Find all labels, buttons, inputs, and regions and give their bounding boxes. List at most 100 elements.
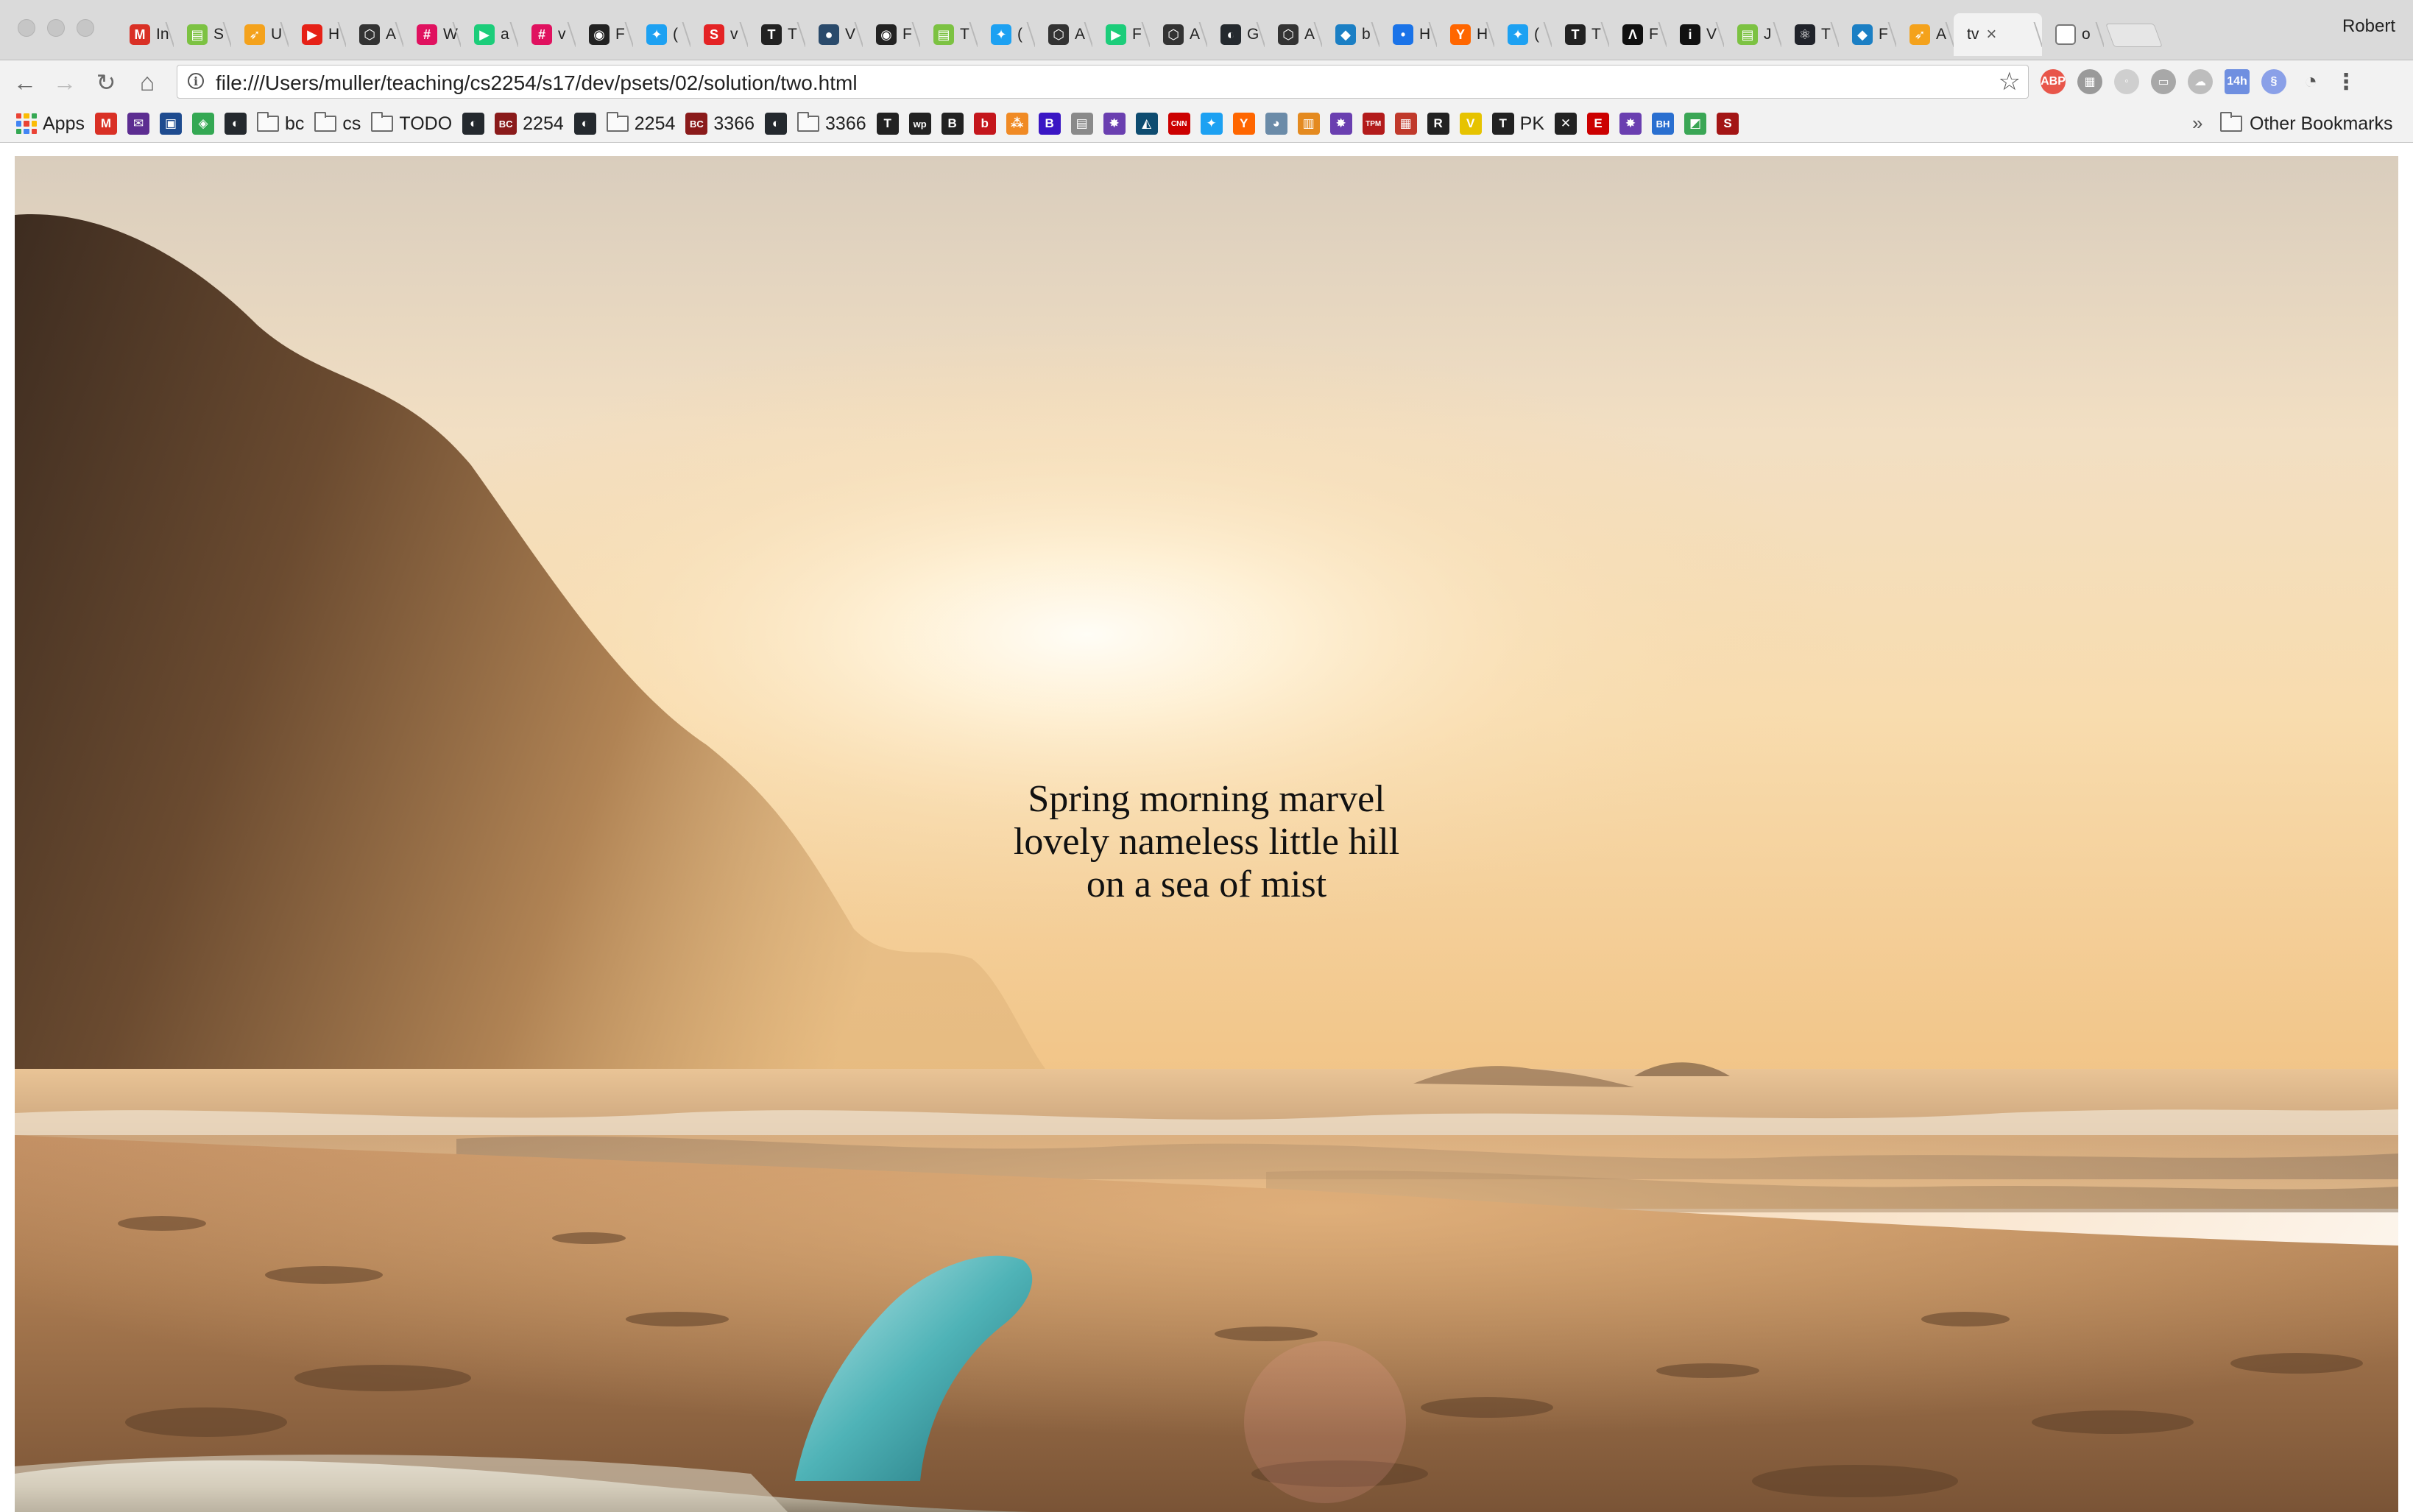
bookmark-link[interactable]: BC 2254 [495,113,564,135]
browser-tab[interactable]: ➶ A [1896,13,1954,56]
bookmark-link[interactable]: wp [908,113,931,135]
close-tab-icon[interactable]: × [1986,24,1996,45]
bookmark-link[interactable]: ▥ [1297,113,1320,135]
menu-icon[interactable]: ⋮ [2333,69,2359,94]
bookmark-folder[interactable]: 3366 [797,112,866,135]
cloud-icon[interactable]: ☁ [2188,69,2213,94]
bookmark-link[interactable]: ✦ [1200,113,1223,135]
browser-tab[interactable]: ✦( [978,13,1035,56]
browser-tab[interactable]: • H [1379,13,1437,56]
browser-tab[interactable]: ◐ G [1207,13,1265,56]
home-button[interactable]: ⌂ [133,68,162,97]
browser-tab[interactable]: ▶ F [1092,13,1150,56]
url-text[interactable]: file:///Users/muller/teaching/cs2254/s17… [216,71,858,95]
calendar-icon[interactable]: 14h [2225,69,2250,94]
bookmark-link[interactable]: ◐ [573,113,596,135]
bookmark-link[interactable]: BH [1652,113,1675,135]
bookmark-link[interactable]: ◕ [1265,113,1287,135]
bookmark-link[interactable]: ◐ [224,113,247,135]
zoom-window-button[interactable] [77,19,94,37]
bookmark-link[interactable]: b [973,113,996,135]
browser-tab[interactable]: ⬡ A [346,13,403,56]
bookmark-link[interactable]: M [94,113,117,135]
save-ext-icon[interactable]: ▭ [2151,69,2176,94]
bookmark-link[interactable]: ◩ [1684,113,1707,135]
browser-tab[interactable]: ➶ U [231,13,289,56]
browser-tab[interactable]: ✦( [633,13,690,56]
bookmark-link[interactable]: ◈ [191,113,214,135]
browser-tab[interactable]: TT [748,13,805,56]
bookmark-link[interactable]: B [1038,113,1061,135]
bookmark-link[interactable]: ✸ [1329,113,1352,135]
back-button[interactable]: ← [10,68,40,97]
other-bookmarks-folder[interactable]: Other Bookmarks [2220,109,2393,138]
browser-tab[interactable]: ⬡ A [1265,13,1322,56]
browser-tab[interactable]: iV [1667,13,1724,56]
bookmark-apps[interactable]: Apps [16,113,85,135]
bookmark-link[interactable]: Y [1232,113,1255,135]
bookmark-link[interactable]: T [876,113,899,135]
qr-icon[interactable]: ▦ [2077,69,2102,94]
bookmark-link[interactable]: ✸ [1103,113,1126,135]
bookmark-link[interactable]: T PK [1491,113,1544,135]
bookmark-link[interactable]: B [941,113,964,135]
browser-tab[interactable]: # W [403,13,461,56]
browser-tab[interactable]: ◉ F [863,13,920,56]
browser-tab[interactable]: ΛF [1609,13,1667,56]
browser-tab[interactable]: ▤ T [920,13,978,56]
browser-tab[interactable]: ⬡ A [1150,13,1207,56]
bookmark-link[interactable]: BC 3366 [685,113,755,135]
bookmark-folder[interactable]: bc [256,112,304,135]
forward-button[interactable]: → [50,68,80,97]
link-ext-icon[interactable]: § [2261,69,2286,94]
browser-tab[interactable]: ⬡ A [1035,13,1092,56]
bookmark-link[interactable]: ▤ [1070,113,1093,135]
bookmark-link[interactable]: ◐ [765,113,788,135]
profile-button[interactable]: Robert [2342,16,2395,37]
browser-tab[interactable]: o [2042,13,2104,56]
active-tab[interactable]: tv × [1954,13,2042,56]
bookmark-folder[interactable]: TODO [371,112,452,135]
bookmark-link[interactable]: ◐ [462,113,485,135]
address-bar[interactable]: i file:///Users/muller/teaching/cs2254/s… [177,65,2029,99]
reload-button[interactable]: ↻ [91,68,121,97]
bookmark-link[interactable]: CNN [1167,113,1190,135]
browser-tab[interactable]: ◉ F [576,13,633,56]
bookmark-link[interactable]: ▣ [159,113,182,135]
adblock-icon[interactable]: ABP [2041,69,2066,94]
browser-tab[interactable]: ✦( [1494,13,1552,56]
bookmark-folder[interactable]: 2254 [606,112,675,135]
browser-tab[interactable]: ▤ J [1724,13,1781,56]
bookmark-link[interactable]: ⁂ [1006,113,1028,135]
browser-tab[interactable]: TT [1552,13,1609,56]
close-window-button[interactable] [18,19,35,37]
browser-tab[interactable]: ▶ H [289,13,346,56]
bookmark-link[interactable]: R [1427,113,1449,135]
browser-tab[interactable]: ● V [805,13,863,56]
browser-tab[interactable]: Sv [690,13,748,56]
search-ext-icon[interactable]: ◦ [2114,69,2139,94]
browser-tab[interactable]: YH [1437,13,1494,56]
speed-icon[interactable]: ◔ [2298,69,2323,94]
bookmark-link[interactable]: ✉ [127,113,149,135]
browser-tab[interactable]: ▤ S [174,13,231,56]
bookmark-link[interactable]: ✸ [1619,113,1642,135]
bookmark-link[interactable]: ✕ [1555,113,1578,135]
new-tab-button[interactable] [2105,24,2163,47]
browser-tab[interactable]: M In [116,13,174,56]
bookmark-link[interactable]: S [1717,113,1739,135]
minimize-window-button[interactable] [47,19,65,37]
bookmark-link[interactable]: E [1587,113,1610,135]
bookmark-link[interactable]: TPM [1362,113,1385,135]
bookmark-link[interactable]: ▦ [1394,113,1417,135]
browser-tab[interactable]: ◆ b [1322,13,1379,56]
browser-tab[interactable]: ▶ a [461,13,518,56]
bookmark-link[interactable]: V [1459,113,1482,135]
bookmark-star-icon[interactable]: ☆ [1999,67,2021,96]
browser-tab[interactable]: ◆ F [1839,13,1896,56]
info-icon[interactable]: i [188,73,204,89]
browser-tab[interactable]: ⚛ T [1781,13,1839,56]
bookmark-link[interactable]: ◭ [1135,113,1158,135]
bookmark-folder[interactable]: cs [314,112,361,135]
browser-tab[interactable]: # v [518,13,576,56]
